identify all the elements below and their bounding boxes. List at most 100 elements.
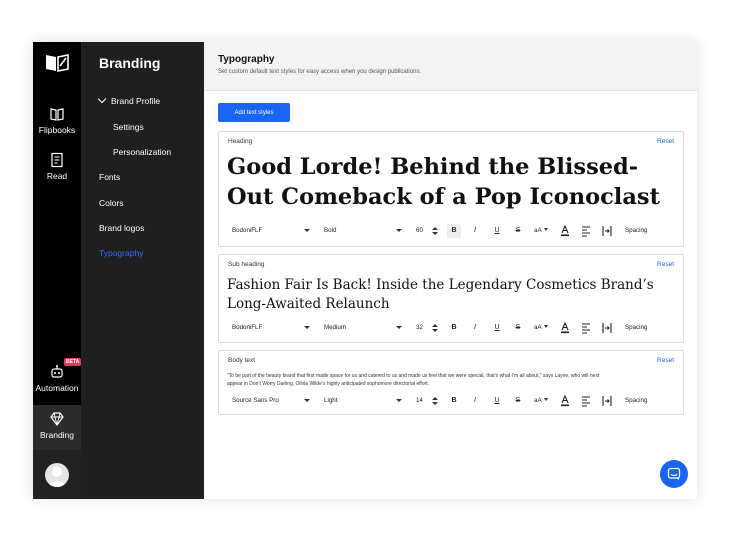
chat-button[interactable] bbox=[660, 460, 688, 488]
strikethrough-button[interactable]: S bbox=[511, 394, 525, 408]
text-case-select[interactable]: aA bbox=[534, 321, 548, 335]
rail-item-automation[interactable]: BETA Automation bbox=[33, 358, 82, 393]
sidebar-item-brand-profile[interactable]: Brand Profile bbox=[97, 94, 161, 106]
rail-item-label: Branding bbox=[39, 430, 75, 440]
font-weight-select[interactable]: Bold bbox=[324, 224, 336, 238]
text-case-select[interactable]: aA bbox=[534, 394, 548, 408]
sidebar-item-brand-logos[interactable]: Brand logos bbox=[99, 223, 144, 233]
spacing-button[interactable]: Spacing bbox=[625, 224, 647, 238]
text-direction-icon[interactable] bbox=[600, 394, 614, 408]
reset-button[interactable]: Reset bbox=[657, 261, 674, 268]
text-color-icon[interactable] bbox=[558, 394, 572, 408]
add-text-styles-button[interactable]: Add text styles bbox=[218, 103, 290, 122]
chevron-down-icon bbox=[543, 325, 548, 328]
user-menu[interactable] bbox=[33, 450, 81, 499]
case-label: aA bbox=[534, 397, 542, 404]
chevron-down-icon[interactable] bbox=[396, 326, 402, 329]
text-direction-icon[interactable] bbox=[600, 321, 614, 335]
card-label: Body text bbox=[228, 357, 256, 364]
sidebar-item-colors[interactable]: Colors bbox=[99, 198, 124, 208]
text-style-card-body: Body text Reset “To be part of the beaut… bbox=[218, 350, 684, 415]
body-sample-text[interactable]: “To be part of the beauty brand that fir… bbox=[227, 372, 612, 388]
case-label: aA bbox=[534, 324, 542, 331]
rail-item-branding[interactable]: Branding bbox=[33, 405, 81, 450]
sidebar-item-fonts[interactable]: Fonts bbox=[99, 172, 120, 182]
sidebar-item-typography[interactable]: Typography bbox=[99, 248, 143, 258]
align-left-icon[interactable] bbox=[579, 224, 593, 238]
chevron-down-icon bbox=[543, 398, 548, 401]
sidebar-item-settings[interactable]: Settings bbox=[113, 122, 144, 132]
italic-button[interactable]: I bbox=[468, 224, 482, 238]
strikethrough-button[interactable]: S bbox=[511, 321, 525, 335]
text-color-icon[interactable] bbox=[558, 321, 572, 335]
size-stepper-icon[interactable] bbox=[432, 226, 438, 236]
spacing-button[interactable]: Spacing bbox=[625, 394, 647, 408]
text-color-icon[interactable] bbox=[558, 224, 572, 238]
document-icon bbox=[51, 152, 63, 168]
avatar[interactable] bbox=[45, 463, 69, 487]
underline-button[interactable]: U bbox=[490, 321, 504, 335]
rail-item-label: Flipbooks bbox=[38, 125, 76, 135]
user-icon bbox=[48, 467, 66, 487]
font-size-input[interactable]: 60 bbox=[416, 224, 423, 238]
strikethrough-button[interactable]: S bbox=[511, 224, 525, 238]
chevron-down-icon bbox=[543, 228, 548, 231]
chevron-down-icon[interactable] bbox=[396, 399, 402, 402]
sidebar-item-label: Brand Profile bbox=[111, 96, 161, 106]
content-area: Add text styles Heading Reset Good Lorde… bbox=[204, 91, 697, 499]
bold-button[interactable]: B bbox=[447, 224, 461, 238]
rail-item-flipbooks[interactable]: Flipbooks bbox=[33, 106, 81, 135]
bold-button[interactable]: B bbox=[447, 394, 461, 408]
chevron-down-icon[interactable] bbox=[304, 326, 310, 329]
chevron-down-icon bbox=[97, 94, 107, 104]
chevron-down-icon[interactable] bbox=[304, 399, 310, 402]
size-stepper-icon[interactable] bbox=[432, 396, 438, 406]
card-label: Sub heading bbox=[228, 261, 265, 268]
app-rail: Flipbooks Read BETA Automation Branding bbox=[33, 42, 82, 499]
font-family-select[interactable]: Source Sans Pro bbox=[232, 394, 279, 408]
rail-item-label: Automation bbox=[35, 383, 79, 393]
size-stepper-icon[interactable] bbox=[432, 323, 438, 333]
font-size-input[interactable]: 14 bbox=[416, 394, 423, 408]
chat-icon bbox=[667, 467, 681, 480]
underline-button[interactable]: U bbox=[490, 394, 504, 408]
font-weight-select[interactable]: Light bbox=[324, 394, 337, 408]
font-family-select[interactable]: BodoniFLF bbox=[232, 321, 262, 335]
beta-badge: BETA bbox=[64, 358, 82, 366]
underline-button[interactable]: U bbox=[490, 224, 504, 238]
style-toolbar: Source Sans Pro Light 14 B I U S aA Spac… bbox=[227, 394, 677, 408]
main-panel: Typography Set custom default text style… bbox=[204, 42, 697, 499]
sidebar-item-personalization[interactable]: Personalization bbox=[113, 147, 171, 157]
page-subtitle: Set custom default text styles for easy … bbox=[218, 69, 422, 75]
align-left-icon[interactable] bbox=[579, 394, 593, 408]
align-left-icon[interactable] bbox=[579, 321, 593, 335]
text-case-select[interactable]: aA bbox=[534, 224, 548, 238]
font-weight-select[interactable]: Medium bbox=[324, 321, 346, 335]
font-family-select[interactable]: BodoniFLF bbox=[232, 224, 262, 238]
rail-item-label: Read bbox=[46, 171, 68, 181]
italic-button[interactable]: I bbox=[468, 321, 482, 335]
chevron-down-icon[interactable] bbox=[396, 229, 402, 232]
bold-button[interactable]: B bbox=[447, 321, 461, 335]
diamond-icon bbox=[50, 412, 64, 426]
subheading-sample-text[interactable]: Fashion Fair Is Back! Inside the Legenda… bbox=[227, 276, 667, 314]
card-label: Heading bbox=[228, 138, 253, 145]
style-toolbar: BodoniFLF Bold 60 B I U S aA Spacing bbox=[227, 224, 677, 238]
chevron-down-icon[interactable] bbox=[304, 229, 310, 232]
rail-item-read[interactable]: Read bbox=[33, 152, 81, 181]
text-style-card-heading: Heading Reset Good Lorde! Behind the Bli… bbox=[218, 131, 684, 247]
sidebar: Branding Brand Profile Settings Personal… bbox=[81, 42, 204, 499]
reset-button[interactable]: Reset bbox=[657, 357, 674, 364]
logo-icon[interactable] bbox=[45, 54, 69, 72]
spacing-button[interactable]: Spacing bbox=[625, 321, 647, 335]
reset-button[interactable]: Reset bbox=[657, 138, 674, 145]
font-size-input[interactable]: 32 bbox=[416, 321, 423, 335]
italic-button[interactable]: I bbox=[468, 394, 482, 408]
text-direction-icon[interactable] bbox=[600, 224, 614, 238]
page-header: Typography Set custom default text style… bbox=[204, 42, 697, 91]
sidebar-title: Branding bbox=[99, 55, 161, 71]
style-toolbar: BodoniFLF Medium 32 B I U S aA Spacing bbox=[227, 321, 677, 335]
heading-sample-text[interactable]: Good Lorde! Behind the Blissed-Out Comeb… bbox=[227, 152, 667, 212]
app-window: Flipbooks Read BETA Automation Branding … bbox=[33, 42, 697, 499]
robot-icon bbox=[51, 365, 63, 378]
